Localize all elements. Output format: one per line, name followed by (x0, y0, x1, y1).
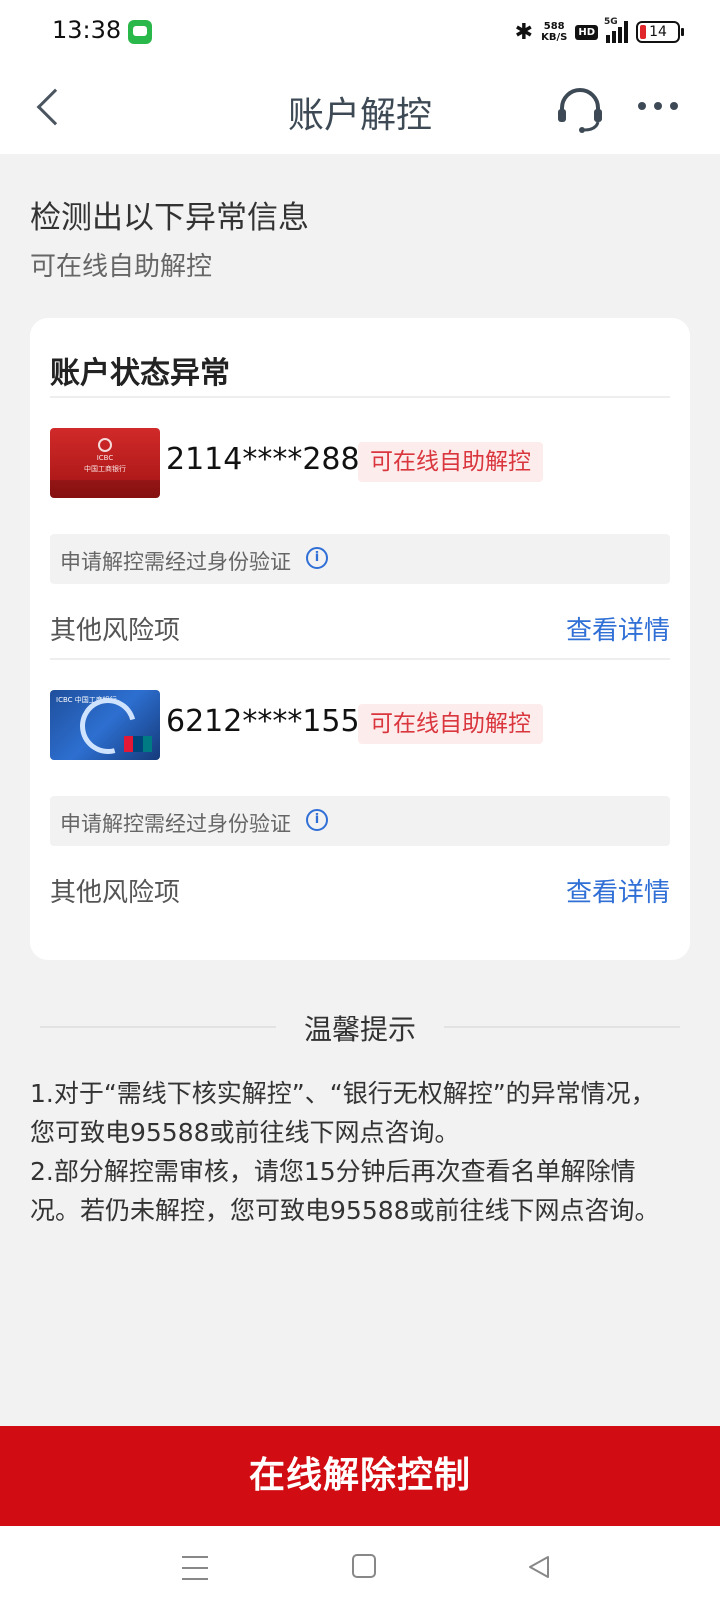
detection-subtitle: 可在线自助解控 (30, 252, 213, 282)
hd-icon: HD (575, 24, 598, 40)
network-type: 5G (604, 17, 618, 27)
notice-text: 申请解控需经过身份验证 (60, 550, 291, 574)
customer-service-icon[interactable] (554, 82, 606, 134)
bank-card-image-red: ICBC 中国工商银行 (50, 428, 160, 498)
signal-icon: 5G (604, 17, 628, 43)
nav-bar: 账户解控 (0, 64, 720, 154)
verification-notice: 申请解控需经过身份验证 i (50, 534, 670, 584)
account-number: 6212****1554 (166, 704, 379, 739)
unlock-online-button[interactable]: 在线解除控制 (0, 1426, 720, 1526)
other-risk-label: 其他风险项 (50, 616, 181, 646)
menu-icon[interactable] (182, 1556, 208, 1580)
view-details-link[interactable]: 查看详情 (566, 872, 670, 909)
chat-app-icon (128, 20, 152, 44)
card-title: 账户状态异常 (50, 356, 230, 391)
tip-item: 1.对于“需线下核实解控”、“银行无权解控”的异常情况，您可致电95588或前往… (30, 1079, 656, 1147)
home-icon[interactable] (352, 1554, 376, 1578)
verification-notice: 申请解控需经过身份验证 i (50, 796, 670, 846)
network-speed-value: 588 (543, 21, 565, 32)
more-options-icon[interactable] (638, 102, 678, 110)
tips-body: 1.对于“需线下核实解控”、“银行无权解控”的异常情况，您可致电95588或前往… (30, 1074, 680, 1230)
battery-level: 14 (649, 24, 667, 40)
battery-icon: 14 (636, 21, 684, 43)
status-badge: 可在线自助解控 (358, 704, 543, 744)
page-title: 账户解控 (287, 95, 432, 136)
system-nav-bar (0, 1526, 720, 1612)
account-status-card: 账户状态异常 ICBC 中国工商银行 2114****2884 可在线自助解控 … (30, 318, 690, 960)
status-bar: 13:38 ✱ 588 KB/S HD 5G 14 (0, 0, 720, 64)
network-speed: 588 KB/S (541, 21, 567, 43)
status-badge: 可在线自助解控 (358, 442, 543, 482)
status-time: 13:38 (52, 16, 122, 44)
divider (50, 396, 670, 398)
tips-header: 温馨提示 (0, 1004, 720, 1046)
divider (444, 1026, 680, 1028)
account-number: 2114****2884 (166, 442, 379, 477)
tip-item: 2.部分解控需审核，请您15分钟后再次查看名单解除情况。若仍未解控，您可致电95… (30, 1157, 660, 1225)
view-details-link[interactable]: 查看详情 (566, 610, 670, 647)
notice-text: 申请解控需经过身份验证 (60, 812, 291, 836)
network-speed-unit: KB/S (541, 32, 568, 43)
bank-card-image-blue: ICBC 中国工商银行 (50, 690, 160, 760)
divider (50, 658, 670, 660)
info-icon[interactable]: i (306, 809, 328, 831)
tips-title: 温馨提示 (303, 1013, 416, 1046)
detection-title: 检测出以下异常信息 (30, 200, 309, 236)
info-icon[interactable]: i (306, 547, 328, 569)
status-icons: ✱ 588 KB/S HD 5G 14 (514, 16, 684, 48)
bluetooth-icon: ✱ (514, 19, 534, 45)
back-triangle-icon[interactable] (526, 1554, 552, 1580)
other-risk-label: 其他风险项 (50, 878, 181, 908)
